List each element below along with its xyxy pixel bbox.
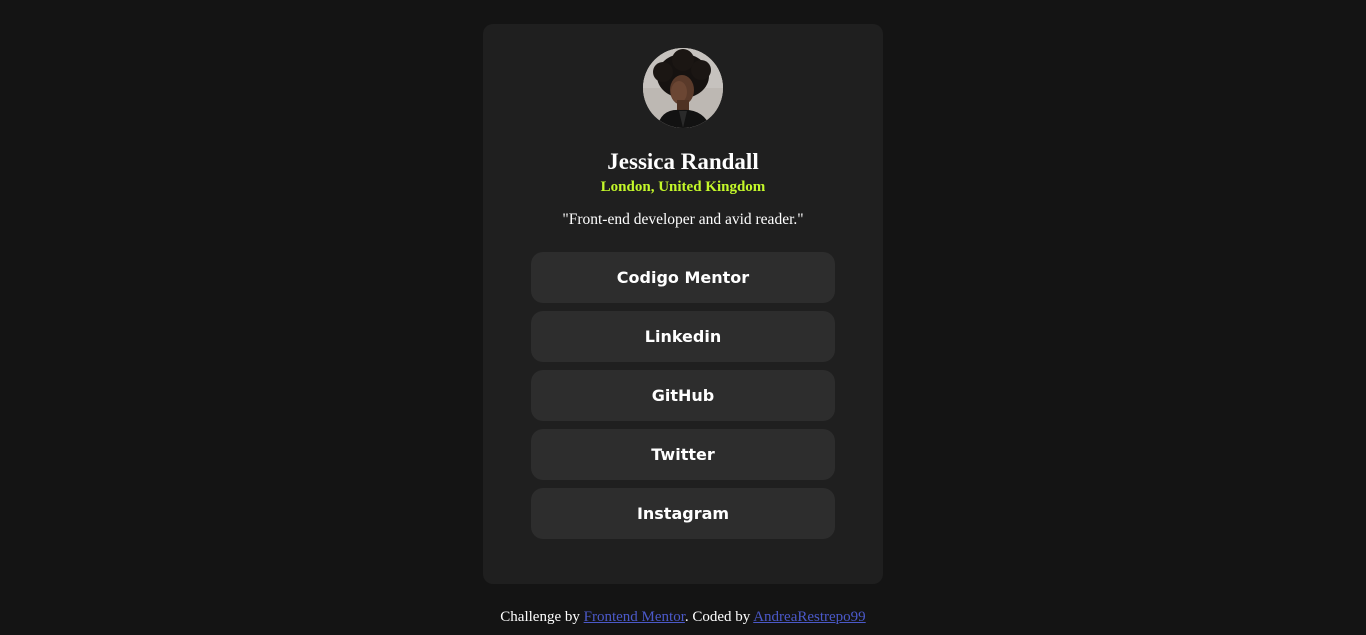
attribution-footer: Challenge by Frontend Mentor. Coded by A… <box>0 607 1366 627</box>
footer-middle: . Coded by <box>684 609 754 625</box>
twitter-link-button[interactable]: Twitter <box>531 429 835 480</box>
avatar-photo <box>643 48 723 128</box>
profile-name: Jessica Randall <box>607 149 759 174</box>
profile-card: Jessica Randall London, United Kingdom "… <box>483 24 883 584</box>
profile-bio: "Front-end developer and avid reader." <box>562 211 804 228</box>
codigo-mentor-link-button[interactable]: Codigo Mentor <box>531 252 835 303</box>
profile-location: London, United Kingdom <box>600 179 766 195</box>
footer-prefix: Challenge by <box>500 609 584 625</box>
social-links: Codigo Mentor Linkedin GitHub Twitter In… <box>531 252 835 547</box>
linkedin-link-button[interactable]: Linkedin <box>531 311 835 362</box>
github-link-button[interactable]: GitHub <box>531 370 835 421</box>
instagram-link-button[interactable]: Instagram <box>531 488 835 539</box>
frontend-mentor-link[interactable]: Frontend Mentor <box>584 609 685 625</box>
avatar <box>643 48 723 128</box>
author-link[interactable]: AndreaRestrepo99 <box>753 609 865 625</box>
